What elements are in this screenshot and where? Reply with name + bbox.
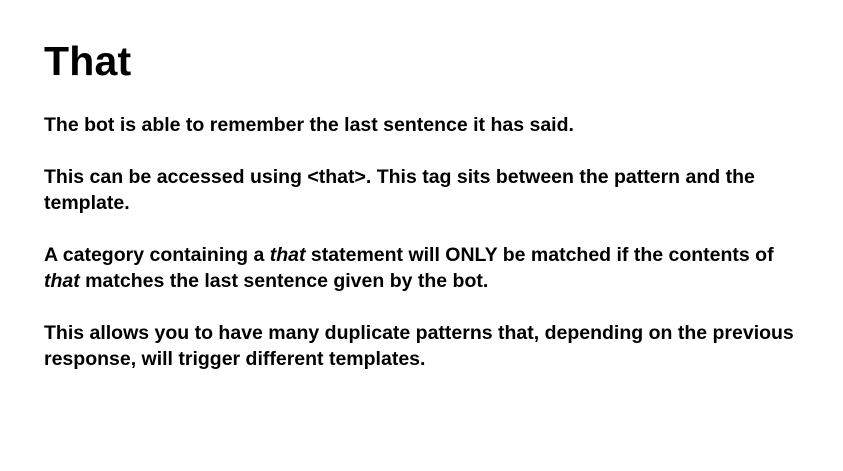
paragraph-text-segment: statement will ONLY be matched if the co… [305, 244, 774, 266]
that-keyword: that [44, 270, 80, 292]
paragraph-duplicate-patterns: This allows you to have many duplicate p… [44, 322, 794, 370]
paragraph-text-segment: A category containing a [44, 244, 270, 266]
that-keyword: that [269, 244, 306, 266]
paragraph-that-tag: This can be accessed using <that>. This … [44, 166, 755, 214]
paragraph-category-matching: A category containing a that statement w… [44, 242, 799, 294]
slide: That The bot is able to remember the las… [0, 0, 843, 471]
paragraph-text-segment: matches the last sentence given by the b… [79, 270, 489, 292]
slide-title: That [44, 38, 132, 84]
slide-body: The bot is able to remember the last sen… [44, 112, 799, 372]
paragraph-memory: The bot is able to remember the last sen… [44, 114, 574, 136]
